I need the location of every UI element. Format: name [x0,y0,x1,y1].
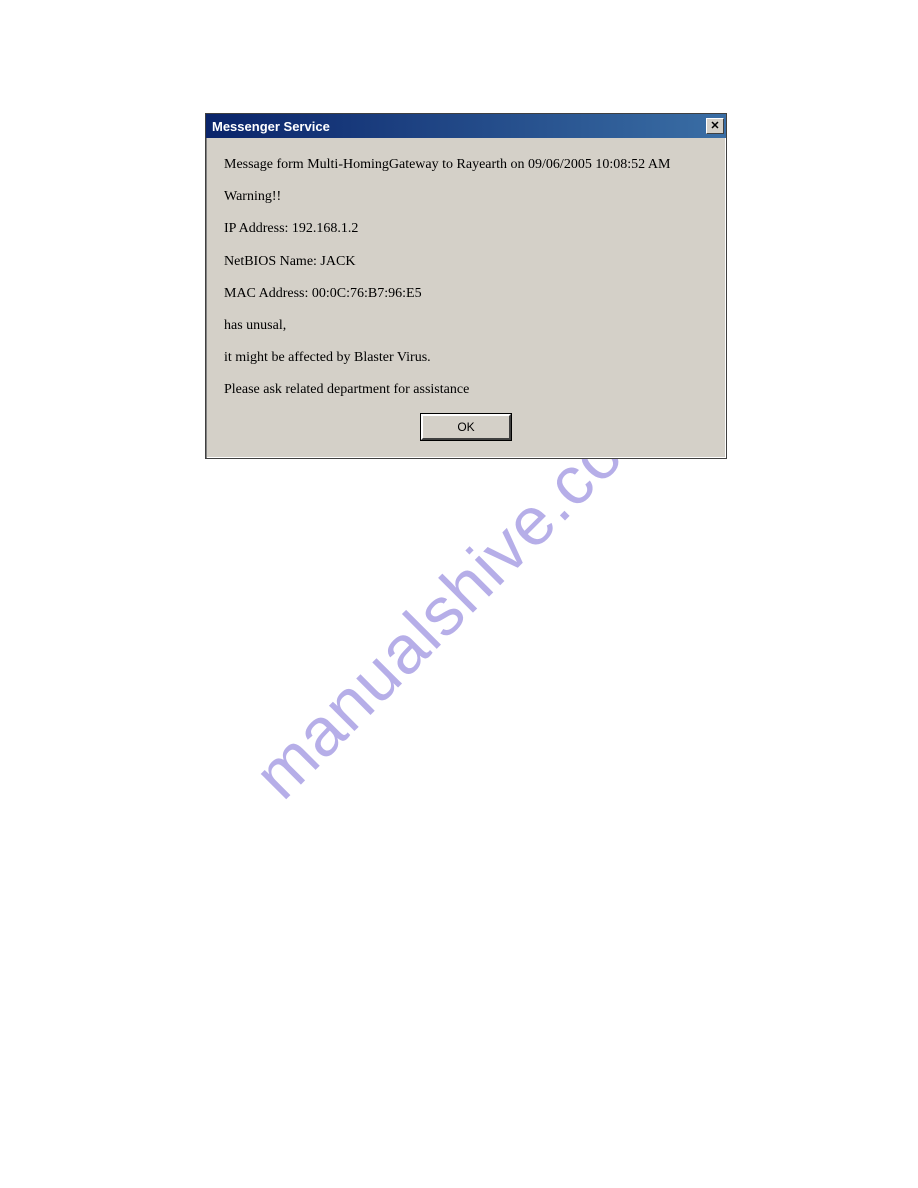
message-virus: it might be affected by Blaster Virus. [224,349,708,367]
message-mac: MAC Address: 00:0C:76:B7:96:E5 [224,285,708,303]
dialog-titlebar: Messenger Service ✕ [206,114,726,138]
dialog-body: Message form Multi-HomingGateway to Raye… [206,138,726,458]
ok-button[interactable]: OK [421,414,511,440]
message-header: Message form Multi-HomingGateway to Raye… [224,156,708,174]
message-ip: IP Address: 192.168.1.2 [224,220,708,238]
dialog-button-row: OK [224,414,708,444]
message-unusual: has unusal, [224,317,708,335]
messenger-dialog: Messenger Service ✕ Message form Multi-H… [205,113,727,459]
dialog-title: Messenger Service [212,119,330,134]
close-button[interactable]: ✕ [706,118,724,134]
message-assistance: Please ask related department for assist… [224,381,708,399]
message-netbios: NetBIOS Name: JACK [224,253,708,271]
message-warning: Warning!! [224,188,708,206]
close-icon: ✕ [710,121,719,132]
